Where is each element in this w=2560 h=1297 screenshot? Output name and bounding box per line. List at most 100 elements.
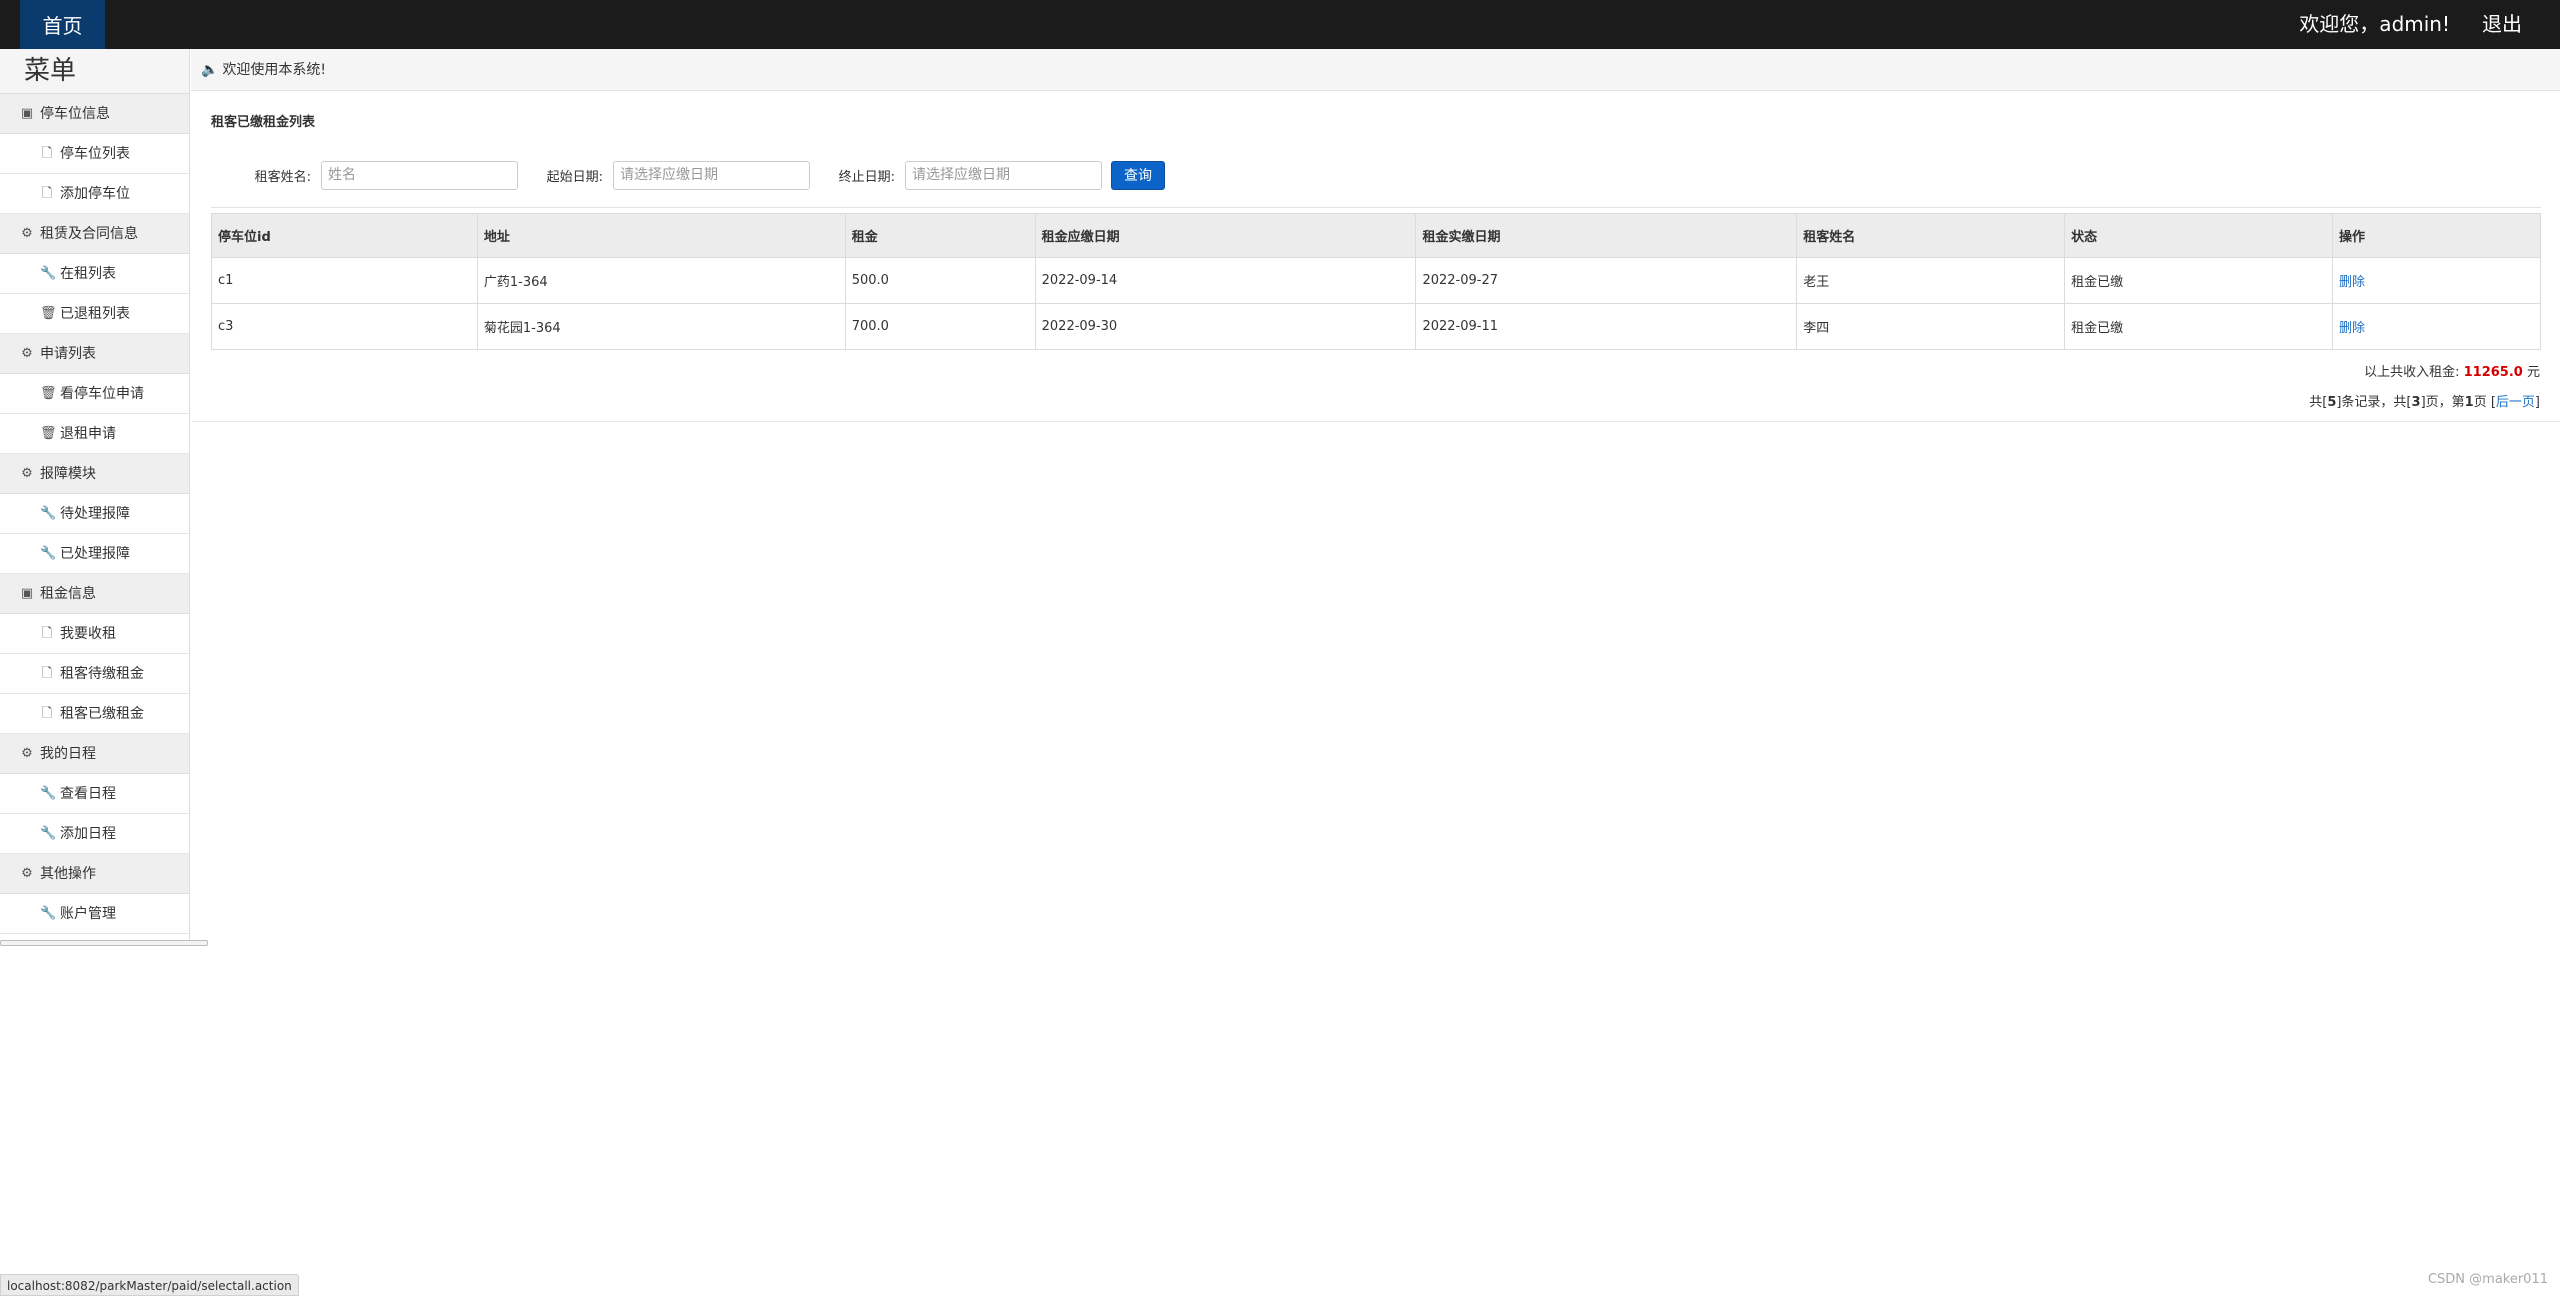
main-content: 🔈欢迎使用本系统! 租客已缴租金列表 租客姓名: 起始日期: 终止日期: 查询 … [191,49,2560,1049]
pager-text: ] [2534,395,2540,410]
record-count: 5 [2327,395,2337,410]
table-header-row: 停车位id 地址 租金 租金应缴日期 租金实缴日期 租客姓名 状态 操作 [211,213,2541,258]
pager-text: 共[ [2309,395,2328,410]
sidebar-item-label: 停车位列表 [60,145,130,162]
sidebar-item[interactable]: 🗋 我要收租 [0,614,189,654]
trash-icon: 🗑 [40,425,57,441]
gear-icon: ⚙ [21,225,33,241]
sidebar-group[interactable]: ⚙ 我的日程 [0,734,189,774]
end-date-label: 终止日期: [838,169,895,185]
wrench-icon: 🔧 [40,905,57,921]
sidebar-group[interactable]: ⚙ 报障模块 [0,454,189,494]
watermark: CSDN @maker011 [2427,1272,2548,1287]
column-header: 操作 [2332,213,2541,258]
trash-icon: 🗑 [40,385,57,401]
sidebar-item[interactable]: 🗋 停车位列表 [0,134,189,174]
sidebar-group[interactable]: ⚙ 申请列表 [0,334,189,374]
sidebar-group[interactable]: ⚙ 其他操作 [0,854,189,894]
column-header: 地址 [476,213,846,258]
summary-prefix: 以上共收入租金: [2364,365,2460,380]
table-cell: 2022-09-27 [1415,257,1798,304]
wrench-icon: 🔧 [40,265,57,281]
file-icon: 🗋 [41,705,53,721]
page-title: 租客已缴租金列表 [211,115,316,130]
trash-icon: 🗑 [40,305,57,321]
sidebar-item-label: 看停车位申请 [60,385,144,402]
name-label: 租客姓名: [254,169,311,185]
paid-rent-table: 停车位id 地址 租金 租金应缴日期 租金实缴日期 租客姓名 状态 操作 c1 广药1-364 5… [211,213,2541,350]
sidebar-scrollbar[interactable] [0,940,208,946]
table-cell: 2022-09-14 [1034,257,1417,304]
content-bottom-divider [191,421,2560,422]
sidebar-item[interactable]: 🔧 添加日程 [0,814,189,854]
gear-icon: ⚙ [21,345,33,361]
start-date-input[interactable] [613,160,810,190]
file-icon: 🗋 [41,145,53,161]
table-cell: 2022-09-30 [1034,303,1417,350]
table-cell: 老王 [1796,257,2066,304]
sidebar-menu: ▣ 停车位信息 🗋 停车位列表 🗋 添加停车位 ⚙ 租赁及合同信息 🔧 在租列表 🗑 已退租列表 ⚙ 申请… [0,94,189,934]
query-button[interactable]: 查询 [1111,160,1165,190]
sidebar-item[interactable]: 🔧 账户管理 [0,894,189,934]
sidebar-item-label: 我要收租 [60,625,116,642]
delete-link[interactable]: 删除 [2339,275,2365,290]
sidebar-item-label: 已退租列表 [60,305,130,322]
sidebar-item-label: 添加日程 [60,825,116,842]
logout-link[interactable]: 退出 [2482,0,2522,49]
notice-text: 欢迎使用本系统! [222,62,327,78]
sidebar-item-label: 在租列表 [60,265,116,282]
sidebar-item[interactable]: 🗋 租客已缴租金 [0,694,189,734]
summary-amount: 11265.0 [2463,365,2523,380]
notice-bar: 🔈 欢迎使用本系统! [191,49,2560,91]
sidebar-item-label: 租客已缴租金 [60,705,144,722]
sidebar-item[interactable]: 🗑 退租申请 [0,414,189,454]
sidebar-group[interactable]: ▣ 停车位信息 [0,94,189,134]
image-icon: ▣ [20,585,34,601]
column-header: 停车位id [211,213,478,258]
summary-unit: 元 [2526,365,2540,380]
column-header: 状态 [2064,213,2334,258]
sidebar-item-label: 账户管理 [60,905,116,922]
sidebar-group[interactable]: ▣ 租金信息 [0,574,189,614]
next-page-link[interactable]: 后一页 [2496,395,2535,410]
sidebar-item[interactable]: 🔧 待处理报障 [0,494,189,534]
sidebar-item-label: 租客待缴租金 [60,665,144,682]
speaker-icon: 🔈 [201,62,219,78]
sidebar-item[interactable]: 🗋 租客待缴租金 [0,654,189,694]
sidebar: 菜单 ▣ 停车位信息 🗋 停车位列表 🗋 添加停车位 ⚙ 租赁及合同信息 🔧 在租列表 🗑 已退租列表… [0,49,190,940]
table-row: c3 菊花园1-364 700.0 2022-09-30 2022-09-11 李四 租金已… [211,303,2541,350]
sidebar-item-label: 查看日程 [60,785,116,802]
sidebar-item[interactable]: 🗑 看停车位申请 [0,374,189,414]
pager-text: ]页，第 [2420,395,2465,410]
sidebar-group-label: 停车位信息 [40,105,110,122]
home-button[interactable]: 首页 [20,0,105,49]
sidebar-item[interactable]: 🔧 已处理报障 [0,534,189,574]
page-count: 3 [2411,395,2421,410]
sidebar-item-label: 退租申请 [60,425,116,442]
table-body: c1 广药1-364 500.0 2022-09-14 2022-09-27 老王 租金已缴… [211,257,2541,350]
table-cell: 李四 [1796,303,2066,350]
divider [211,207,2541,208]
sidebar-group-label: 报障模块 [40,465,96,482]
sidebar-item[interactable]: 🗑 已退租列表 [0,294,189,334]
delete-link[interactable]: 删除 [2339,321,2365,336]
table-cell: 2022-09-11 [1415,303,1798,350]
sidebar-group[interactable]: ⚙ 租赁及合同信息 [0,214,189,254]
pager-text: ]条记录，共[ [2336,395,2412,410]
sidebar-group-label: 租金信息 [40,585,96,602]
column-header: 租金实缴日期 [1415,213,1798,258]
tenant-name-input[interactable] [321,160,518,190]
start-date-label: 起始日期: [546,169,603,185]
sidebar-item[interactable]: 🗋 添加停车位 [0,174,189,214]
file-icon: 🗋 [41,665,53,681]
end-date-input[interactable] [905,160,1102,190]
table-cell: 删除 [2332,257,2541,304]
menu-title: 菜单 [0,49,189,94]
sidebar-item-label: 待处理报障 [60,505,130,522]
table-cell: 删除 [2332,303,2541,350]
top-navbar: 首页 欢迎您，admin! 退出 [0,0,2560,49]
table-row: c1 广药1-364 500.0 2022-09-14 2022-09-27 老王 租金已缴… [211,257,2541,304]
sidebar-item[interactable]: 🔧 在租列表 [0,254,189,294]
sidebar-item[interactable]: 🔧 查看日程 [0,774,189,814]
sidebar-group-label: 我的日程 [40,745,96,762]
